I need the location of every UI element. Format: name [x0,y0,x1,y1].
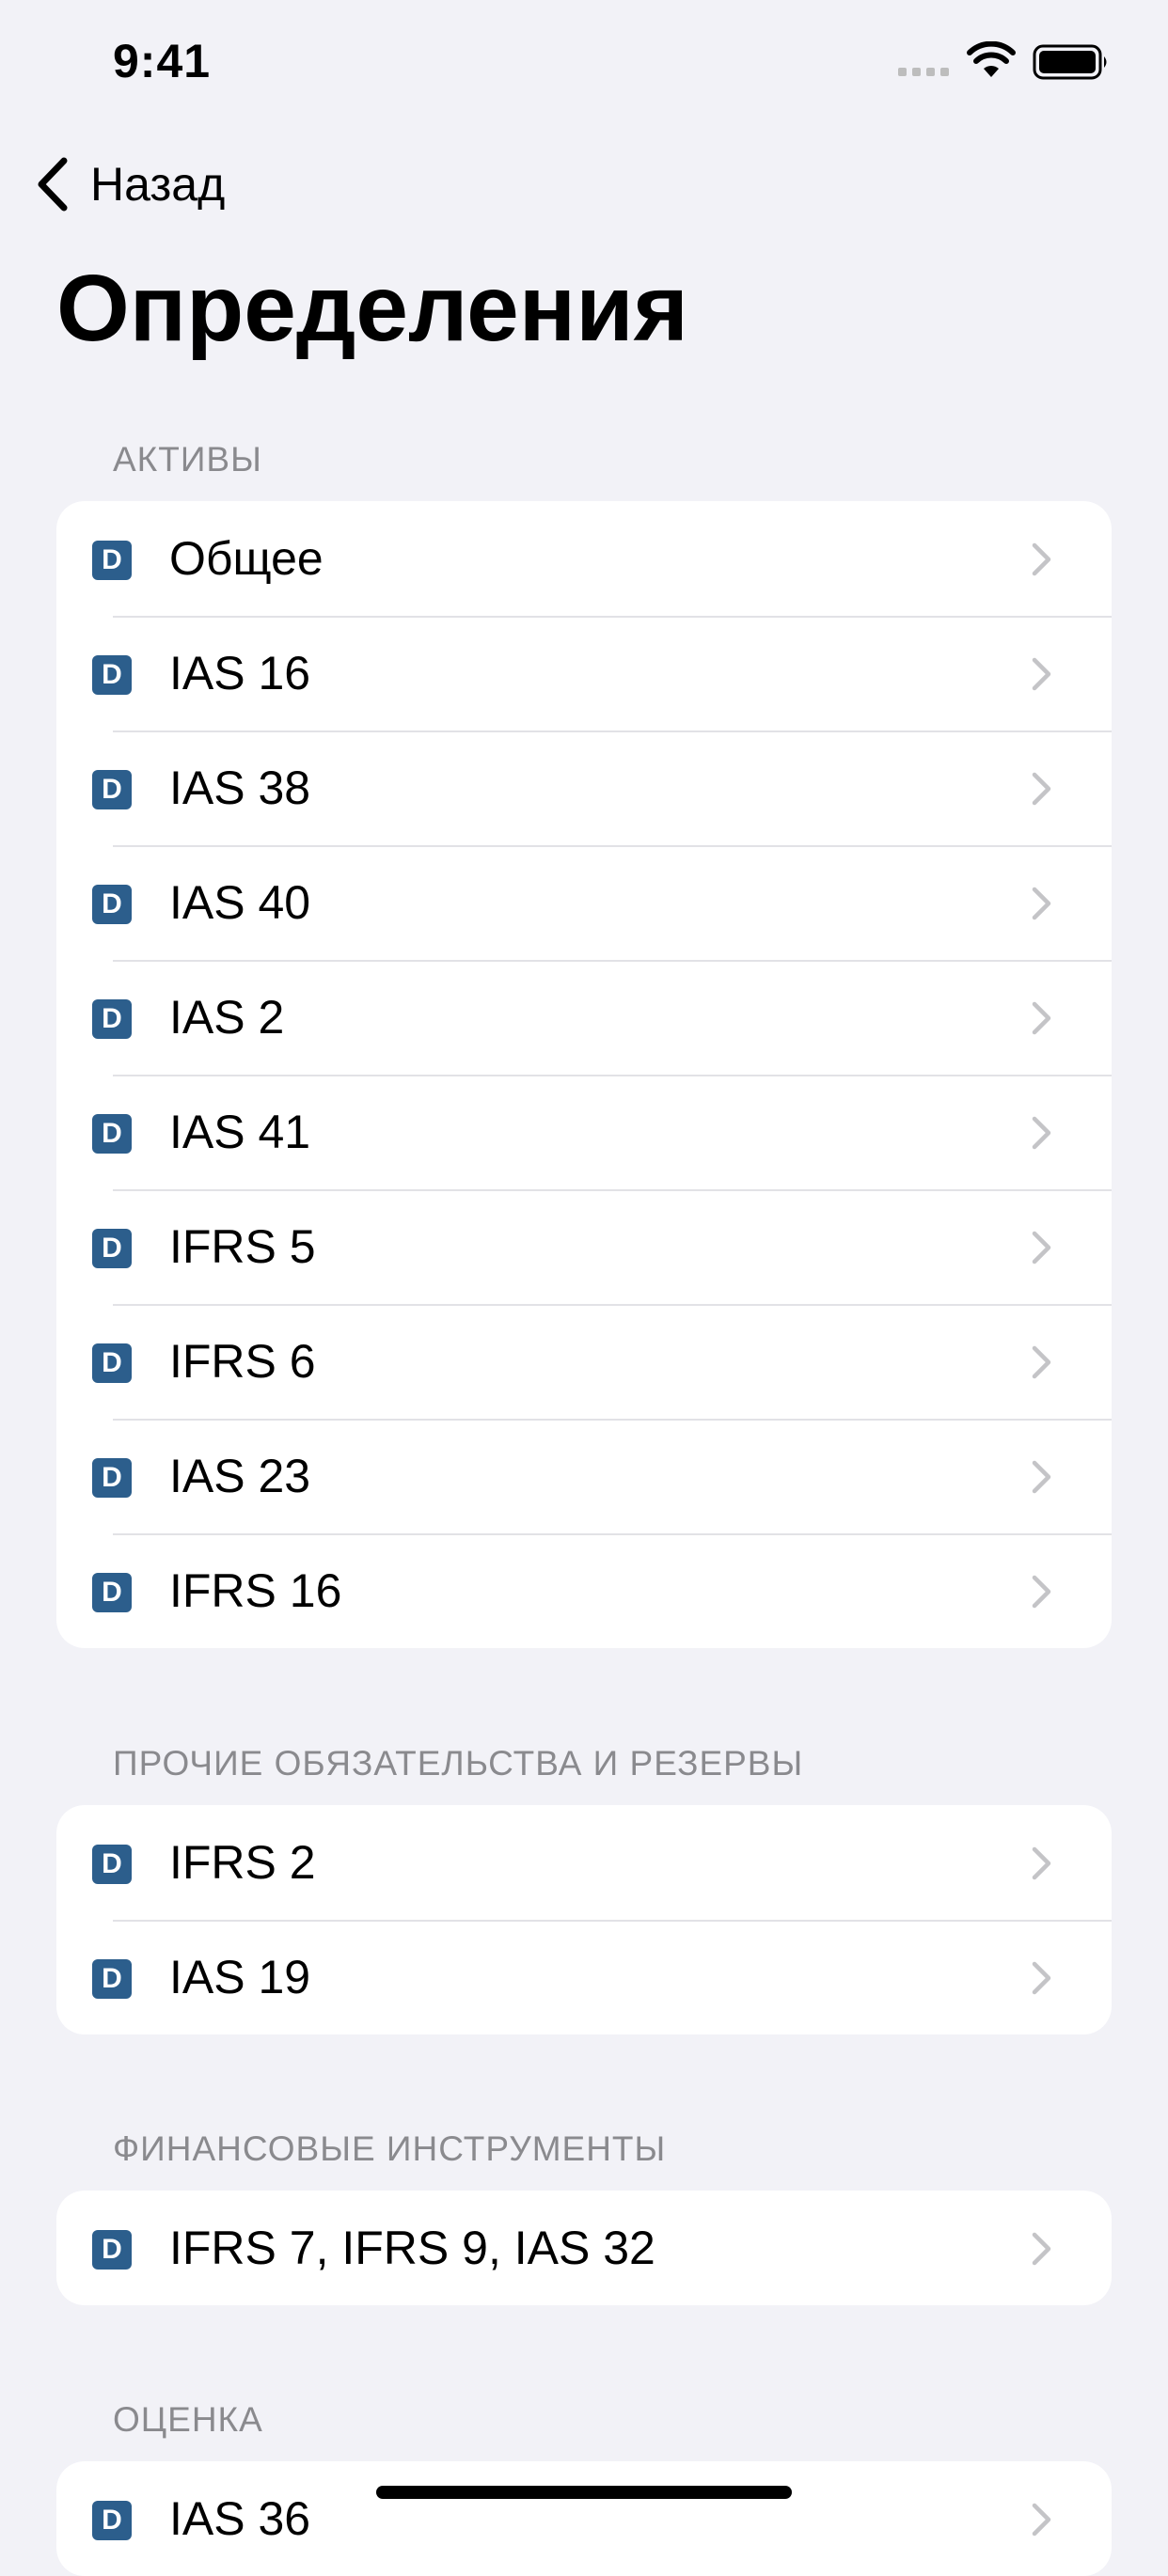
definition-icon: D [92,770,132,809]
definition-icon: D [92,999,132,1039]
section-header: ПРОЧИЕ ОБЯЗАТЕЛЬСТВА И РЕЗЕРВЫ [113,1744,804,1783]
list-item[interactable]: D IAS 2 [56,960,1112,1075]
list-item[interactable]: D IFRS 7, IFRS 9, IAS 32 [56,2191,1112,2305]
chevron-right-icon [1032,657,1051,691]
chevron-right-icon [1032,1001,1051,1035]
chevron-right-icon [1032,1575,1051,1609]
list-item-label: IFRS 6 [169,1335,316,1388]
list-item[interactable]: D IAS 41 [56,1075,1112,1189]
chevron-left-icon [38,157,68,212]
wifi-icon [967,41,1016,77]
battery-icon [1033,44,1107,80]
status-bar: 9:41 [0,0,1168,132]
list-item[interactable]: D IAS 40 [56,845,1112,960]
list-item-label: IAS 19 [169,1951,311,2003]
chevron-right-icon [1032,1345,1051,1379]
list-item[interactable]: D IFRS 16 [56,1533,1112,1648]
list-item-label: IAS 38 [169,762,311,814]
section-group: D Общее D IAS 16 D IAS 38 D IAS 40 D IAS 2 D IAS 41… [56,501,1112,1648]
chevron-right-icon [1032,2232,1051,2266]
list-item-label: IAS 23 [169,1450,311,1502]
list-item[interactable]: D IFRS 5 [56,1189,1112,1304]
list-item[interactable]: D IFRS 6 [56,1304,1112,1419]
section-group: D IFRS 7, IFRS 9, IAS 32 [56,2191,1112,2305]
list-item[interactable]: D IAS 16 [56,616,1112,730]
section-group: D IAS 36 [56,2461,1112,2576]
cellular-signal-icon [898,68,949,76]
definition-icon: D [92,885,132,924]
list-item-label: IAS 16 [169,647,311,699]
list-item-label: IAS 36 [169,2492,311,2545]
list-item-label: IAS 41 [169,1106,311,1158]
list-item-label: IFRS 2 [169,1836,316,1889]
list-item-label: IAS 40 [169,876,311,929]
list-item[interactable]: D IAS 36 [56,2461,1112,2576]
list-item-label: IFRS 5 [169,1220,316,1273]
section-header: АКТИВЫ [113,440,262,479]
back-button-label: Назад [90,158,226,211]
list-item[interactable]: D Общее [56,501,1112,616]
chevron-right-icon [1032,2503,1051,2537]
definition-icon: D [92,1959,132,1999]
list-item[interactable]: D IAS 38 [56,730,1112,845]
list-item-label: IFRS 16 [169,1564,342,1617]
chevron-right-icon [1032,887,1051,920]
chevron-right-icon [1032,1116,1051,1150]
chevron-right-icon [1032,772,1051,806]
definition-icon: D [92,2230,132,2270]
list-item[interactable]: D IFRS 2 [56,1805,1112,1920]
list-item-label: IFRS 7, IFRS 9, IAS 32 [169,2222,655,2274]
list-item[interactable]: D IAS 23 [56,1419,1112,1533]
chevron-right-icon [1032,542,1051,576]
back-button[interactable]: Назад [32,150,225,218]
chevron-right-icon [1032,1961,1051,1995]
list-item-label: Общее [169,532,324,585]
definition-icon: D [92,1458,132,1498]
chevron-right-icon [1032,1846,1051,1880]
home-indicator [376,2486,792,2499]
definition-icon: D [92,1229,132,1268]
section-header: ФИНАНСОВЫЕ ИНСТРУМЕНТЫ [113,2129,667,2168]
list-item[interactable]: D IAS 19 [56,1920,1112,2034]
definition-icon: D [92,1343,132,1383]
status-time: 9:41 [113,35,212,87]
page-title: Определения [56,256,689,361]
section-header: ОЦЕНКА [113,2400,263,2439]
chevron-right-icon [1032,1231,1051,1264]
definition-icon: D [92,1573,132,1612]
section-group: D IFRS 2 D IAS 19 [56,1805,1112,2034]
definition-icon: D [92,1845,132,1884]
definition-icon: D [92,1114,132,1154]
definition-icon: D [92,655,132,695]
list-item-label: IAS 2 [169,991,285,1044]
chevron-right-icon [1032,1460,1051,1494]
definition-icon: D [92,541,132,580]
definition-icon: D [92,2501,132,2540]
